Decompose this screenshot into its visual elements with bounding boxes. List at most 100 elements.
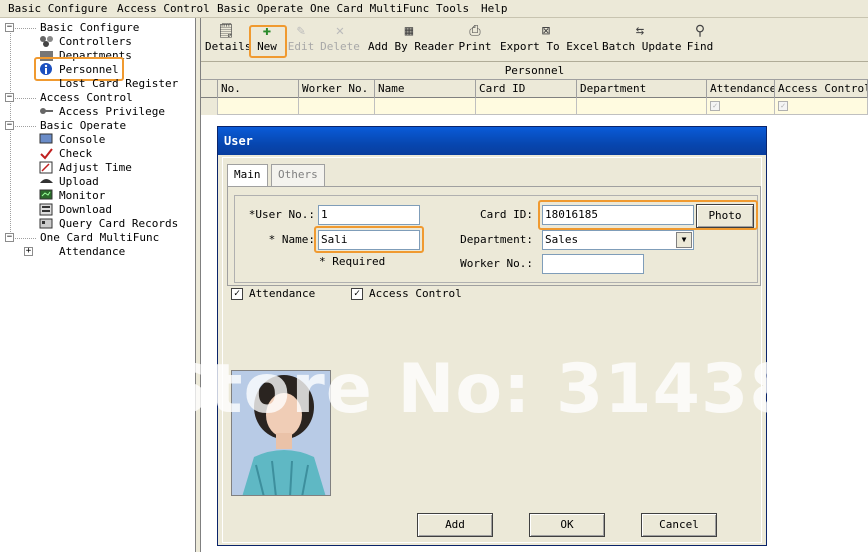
cell-name[interactable]: [375, 98, 476, 115]
print-label: Print: [458, 40, 492, 53]
check-icon: [39, 147, 54, 160]
column-header-access-control[interactable]: Access Control: [775, 80, 868, 98]
tree-access-privilege[interactable]: Access Privilege: [59, 105, 165, 119]
menu-one-card[interactable]: One Card MultiFunc: [310, 2, 429, 15]
tree-attendance[interactable]: Attendance: [59, 245, 125, 259]
print-button[interactable]: ⎙ Print: [458, 22, 492, 60]
tree-one-card-multifunc[interactable]: One Card MultiFunc: [40, 231, 159, 245]
tab-main[interactable]: Main: [227, 164, 268, 186]
department-value: Sales: [545, 233, 579, 246]
access-control-checkbox[interactable]: ✓: [351, 288, 363, 300]
menu-bar: Basic Configure Access Control Basic Ope…: [0, 0, 868, 18]
tree-monitor[interactable]: Monitor: [59, 189, 105, 203]
chevron-down-icon[interactable]: ▼: [676, 232, 692, 248]
add-by-reader-button[interactable]: ▦ Add By Reader: [368, 22, 454, 60]
menu-help[interactable]: Help: [481, 2, 508, 15]
edit-button[interactable]: ✎ Edit: [287, 22, 315, 60]
edit-icon: ✎: [296, 23, 306, 39]
column-header-department[interactable]: Department: [577, 80, 707, 98]
tree-console[interactable]: Console: [59, 133, 105, 147]
column-header-attendance[interactable]: Attendance: [707, 80, 775, 98]
user-photo: [231, 370, 331, 496]
card-id-highlight: [538, 200, 758, 230]
collapse-icon[interactable]: −: [5, 233, 14, 242]
delete-button[interactable]: ✕ Delete: [320, 22, 360, 60]
cell-worker-no[interactable]: [299, 98, 375, 115]
cell-department[interactable]: [577, 98, 707, 115]
main-tab-panel: *User No.: 1 * Name: Sali * Required Car…: [227, 186, 761, 286]
batch-update-button[interactable]: ⇆ Batch Update: [602, 22, 681, 60]
adjust-time-icon: [39, 161, 54, 174]
attendance-checkbox[interactable]: ✓: [231, 288, 243, 300]
download-icon: [39, 203, 54, 216]
edit-label: Edit: [287, 40, 315, 53]
column-header-worker-no[interactable]: Worker No.: [299, 80, 375, 98]
checkbox-icon: ✓: [778, 101, 788, 111]
details-button[interactable]: 🗒 Details: [205, 22, 251, 60]
row-indicator-header: [201, 80, 218, 98]
tree-upload[interactable]: Upload: [59, 175, 99, 189]
worker-no-field[interactable]: [542, 254, 644, 274]
collapse-icon[interactable]: −: [5, 23, 14, 32]
find-button[interactable]: ⚲ Find: [686, 22, 714, 60]
user-no-field[interactable]: 1: [318, 205, 420, 225]
cell-access-control[interactable]: ✓: [775, 98, 868, 115]
cell-card-id[interactable]: [476, 98, 577, 115]
add-button[interactable]: Add: [417, 513, 493, 537]
export-excel-button[interactable]: ⊠ Export To Excel: [500, 22, 599, 60]
menu-tools[interactable]: Tools: [436, 2, 469, 15]
find-label: Find: [686, 40, 714, 53]
access-control-label: Access Control: [369, 287, 462, 300]
expand-icon[interactable]: +: [24, 247, 33, 256]
menu-access-control[interactable]: Access Control: [117, 2, 210, 15]
column-header-name[interactable]: Name: [375, 80, 476, 98]
menu-basic-configure[interactable]: Basic Configure: [8, 2, 107, 15]
tree-connector: [10, 30, 11, 240]
tree-access-control[interactable]: Access Control: [40, 91, 133, 105]
details-icon: 🗒: [217, 23, 235, 39]
worker-no-label: Worker No.:: [460, 257, 533, 270]
reader-icon: ▦: [404, 23, 414, 39]
tree-adjust-time[interactable]: Adjust Time: [59, 161, 132, 175]
checkbox-icon: ✓: [710, 101, 720, 111]
dialog-body: Main Others *User No.: 1 * Name: Sali * …: [222, 157, 762, 543]
tree-download[interactable]: Download: [59, 203, 112, 217]
binoculars-icon: ⚲: [694, 23, 706, 39]
export-label: Export To Excel: [500, 40, 600, 53]
console-icon: [39, 133, 54, 146]
access-privilege-icon: [39, 105, 54, 118]
cell-attendance[interactable]: ✓: [707, 98, 775, 115]
tree-controllers[interactable]: Controllers: [59, 35, 132, 49]
user-no-label: *User No.:: [248, 208, 315, 221]
name-field-highlight: [314, 226, 424, 253]
required-note: * Required: [319, 255, 386, 268]
collapse-icon[interactable]: −: [5, 121, 14, 130]
tree-lost-card-register[interactable]: Lost Card Register: [59, 77, 178, 91]
print-icon: ⎙: [469, 23, 481, 39]
menu-basic-operate[interactable]: Basic Operate: [217, 2, 303, 15]
tree-check[interactable]: Check: [59, 147, 92, 161]
user-dialog: User Main Others *User No.: 1 * Name: Sa…: [217, 126, 767, 546]
grid-header: No. Worker No. Name Card ID Department A…: [201, 80, 868, 98]
add-by-reader-label: Add By Reader: [368, 40, 455, 53]
name-label: * Name:: [268, 233, 315, 246]
ok-button[interactable]: OK: [529, 513, 605, 537]
tree-basic-operate[interactable]: Basic Operate: [40, 119, 126, 133]
monitor-icon: [39, 189, 54, 202]
attendance-label: Attendance: [249, 287, 316, 300]
tree-query-card-records[interactable]: Query Card Records: [59, 217, 178, 231]
cell-no[interactable]: [218, 98, 299, 115]
collapse-icon[interactable]: −: [5, 93, 14, 102]
tree-basic-configure[interactable]: Basic Configure: [40, 21, 139, 35]
new-button-highlight: [249, 25, 287, 58]
dialog-title[interactable]: User: [218, 127, 766, 155]
column-header-no[interactable]: No.: [218, 80, 299, 98]
toolbar: 🗒 Details ✚ New ✎ Edit ✕ Delete ▦ Add By…: [201, 18, 868, 62]
column-header-card-id[interactable]: Card ID: [476, 80, 577, 98]
tab-others[interactable]: Others: [271, 164, 325, 186]
department-select[interactable]: Sales ▼: [542, 230, 694, 250]
delete-icon: ✕: [335, 23, 345, 39]
cancel-button[interactable]: Cancel: [641, 513, 717, 537]
controllers-icon: [39, 35, 54, 48]
table-row[interactable]: ✓ ✓: [201, 98, 868, 115]
